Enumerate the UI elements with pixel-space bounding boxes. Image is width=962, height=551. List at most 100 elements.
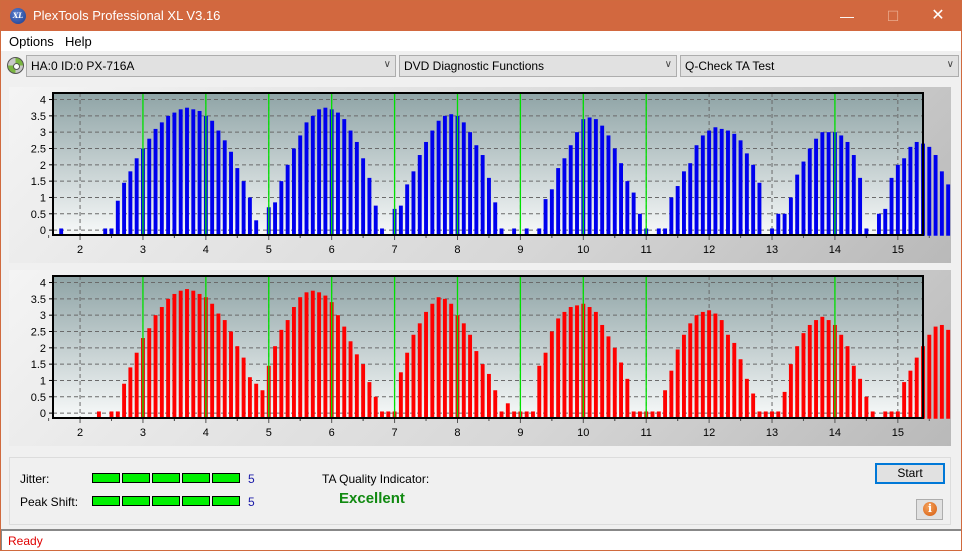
histogram-bar [744,378,749,419]
menu-options[interactable]: Options [9,34,54,49]
function-select-value: DVD Diagnostic Functions [404,59,545,73]
histogram-bar [593,119,598,236]
x-tick-label: 15 [892,427,904,439]
start-button[interactable]: Start [875,463,945,484]
histogram-bar [367,382,372,419]
histogram-bar [537,365,542,419]
histogram-bar [172,112,177,236]
histogram-bar [933,326,938,419]
histogram-bar [159,307,164,419]
histogram-bar [153,128,158,236]
histogram-bar [801,161,806,236]
function-select[interactable]: DVD Diagnostic Functions ∨ [399,55,677,77]
y-tick-label: 1 [40,192,46,204]
histogram-bar [707,310,712,419]
histogram-bar [927,146,932,236]
info-button[interactable]: i [916,499,943,520]
land-histogram-chart: 0 0.5 1 1.5 2 2.5 3 3.5 4 2 3 4 5 6 7 8 9 10 11 12 13 14 15 [31,92,951,256]
histogram-bar [877,213,881,236]
histogram-bar [902,382,907,419]
histogram-bar [606,135,611,236]
histogram-bar [461,323,466,419]
x-tick-label: 5 [266,244,272,256]
histogram-bar [436,297,441,419]
chevron-down-icon: ∨ [946,59,954,70]
minimize-button[interactable]: — [824,1,870,31]
pit-chart-panel: 0 0.5 1 1.5 2 2.5 3 3.5 4 2 3 4 5 6 7 8 9 10 11 12 13 14 15 [9,270,951,446]
histogram-bar [914,141,919,236]
toolbar: HA:0 ID:0 PX-716A ∨ DVD Diagnostic Funct… [1,53,961,79]
menu-help[interactable]: Help [65,34,92,49]
histogram-bar [682,171,686,236]
menu-bar: Options Help [1,31,961,51]
histogram-bar [587,117,592,236]
histogram-bar [637,213,642,236]
histogram-bar [839,334,844,419]
histogram-bar [946,329,951,419]
y-tick-label: 3 [40,127,46,139]
pit-histogram-chart: 0 0.5 1 1.5 2 2.5 3 3.5 4 2 3 4 5 6 7 8 9 10 11 12 13 14 15 [31,275,951,439]
histogram-bar [927,334,932,419]
histogram-bar [675,186,680,236]
meter-segment [212,473,240,483]
histogram-bar [449,114,454,236]
histogram-bar [336,112,340,236]
histogram-bar [814,320,819,419]
histogram-bar [776,213,781,236]
histogram-bar [807,148,812,236]
histogram-bar [738,140,743,236]
histogram-bar [757,182,762,236]
histogram-bar [858,177,863,236]
histogram-bar [543,352,548,419]
histogram-bar [751,164,756,236]
histogram-bar [719,128,724,236]
histogram-bar [474,351,479,419]
histogram-bar [336,315,340,419]
histogram-bar [122,182,127,236]
x-tick-label: 5 [266,427,272,439]
y-tick-label: 3 [40,310,46,322]
histogram-bar [128,367,133,419]
y-tick-label: 2 [40,343,46,355]
histogram-bar [795,346,800,419]
histogram-bar [172,293,177,419]
histogram-bar [612,148,617,236]
histogram-bar [826,320,831,419]
histogram-bar [417,323,422,419]
histogram-bar [700,135,705,236]
histogram-bar [493,202,498,236]
histogram-bar [883,208,888,236]
histogram-bar [914,357,919,419]
histogram-bar [713,127,718,236]
x-tick-label: 12 [703,427,715,439]
histogram-bar [134,158,139,236]
y-tick-label: 3.5 [31,111,46,123]
histogram-bar [606,336,611,419]
close-button[interactable]: ✕ [915,1,961,31]
histogram-bar [229,151,233,236]
histogram-bar [254,220,259,236]
histogram-bar [575,132,579,236]
histogram-bar [593,311,598,419]
histogram-bar [449,303,454,419]
x-tick-label: 13 [766,244,778,256]
maximize-button[interactable]: ☐ [870,1,916,31]
y-tick-label: 4 [40,278,46,290]
histogram-bar [317,109,322,236]
x-tick-label: 4 [203,427,209,439]
histogram-bar [493,390,498,419]
histogram-bar [795,174,800,236]
histogram-bar [505,403,510,419]
histogram-bar [807,324,812,419]
meter-segment [122,496,150,506]
histogram-bar [908,146,913,236]
histogram-bar [461,122,466,236]
y-tick-label: 1 [40,375,46,387]
test-select[interactable]: Q-Check TA Test ∨ [680,55,959,77]
histogram-bar [889,177,894,236]
histogram-bar [166,298,171,419]
histogram-bar [134,352,139,419]
drive-select[interactable]: HA:0 ID:0 PX-716A ∨ [26,55,396,77]
histogram-bar [468,334,473,419]
app-window: XL PlexTools Professional XL V3.16 — ☐ ✕… [0,0,962,551]
